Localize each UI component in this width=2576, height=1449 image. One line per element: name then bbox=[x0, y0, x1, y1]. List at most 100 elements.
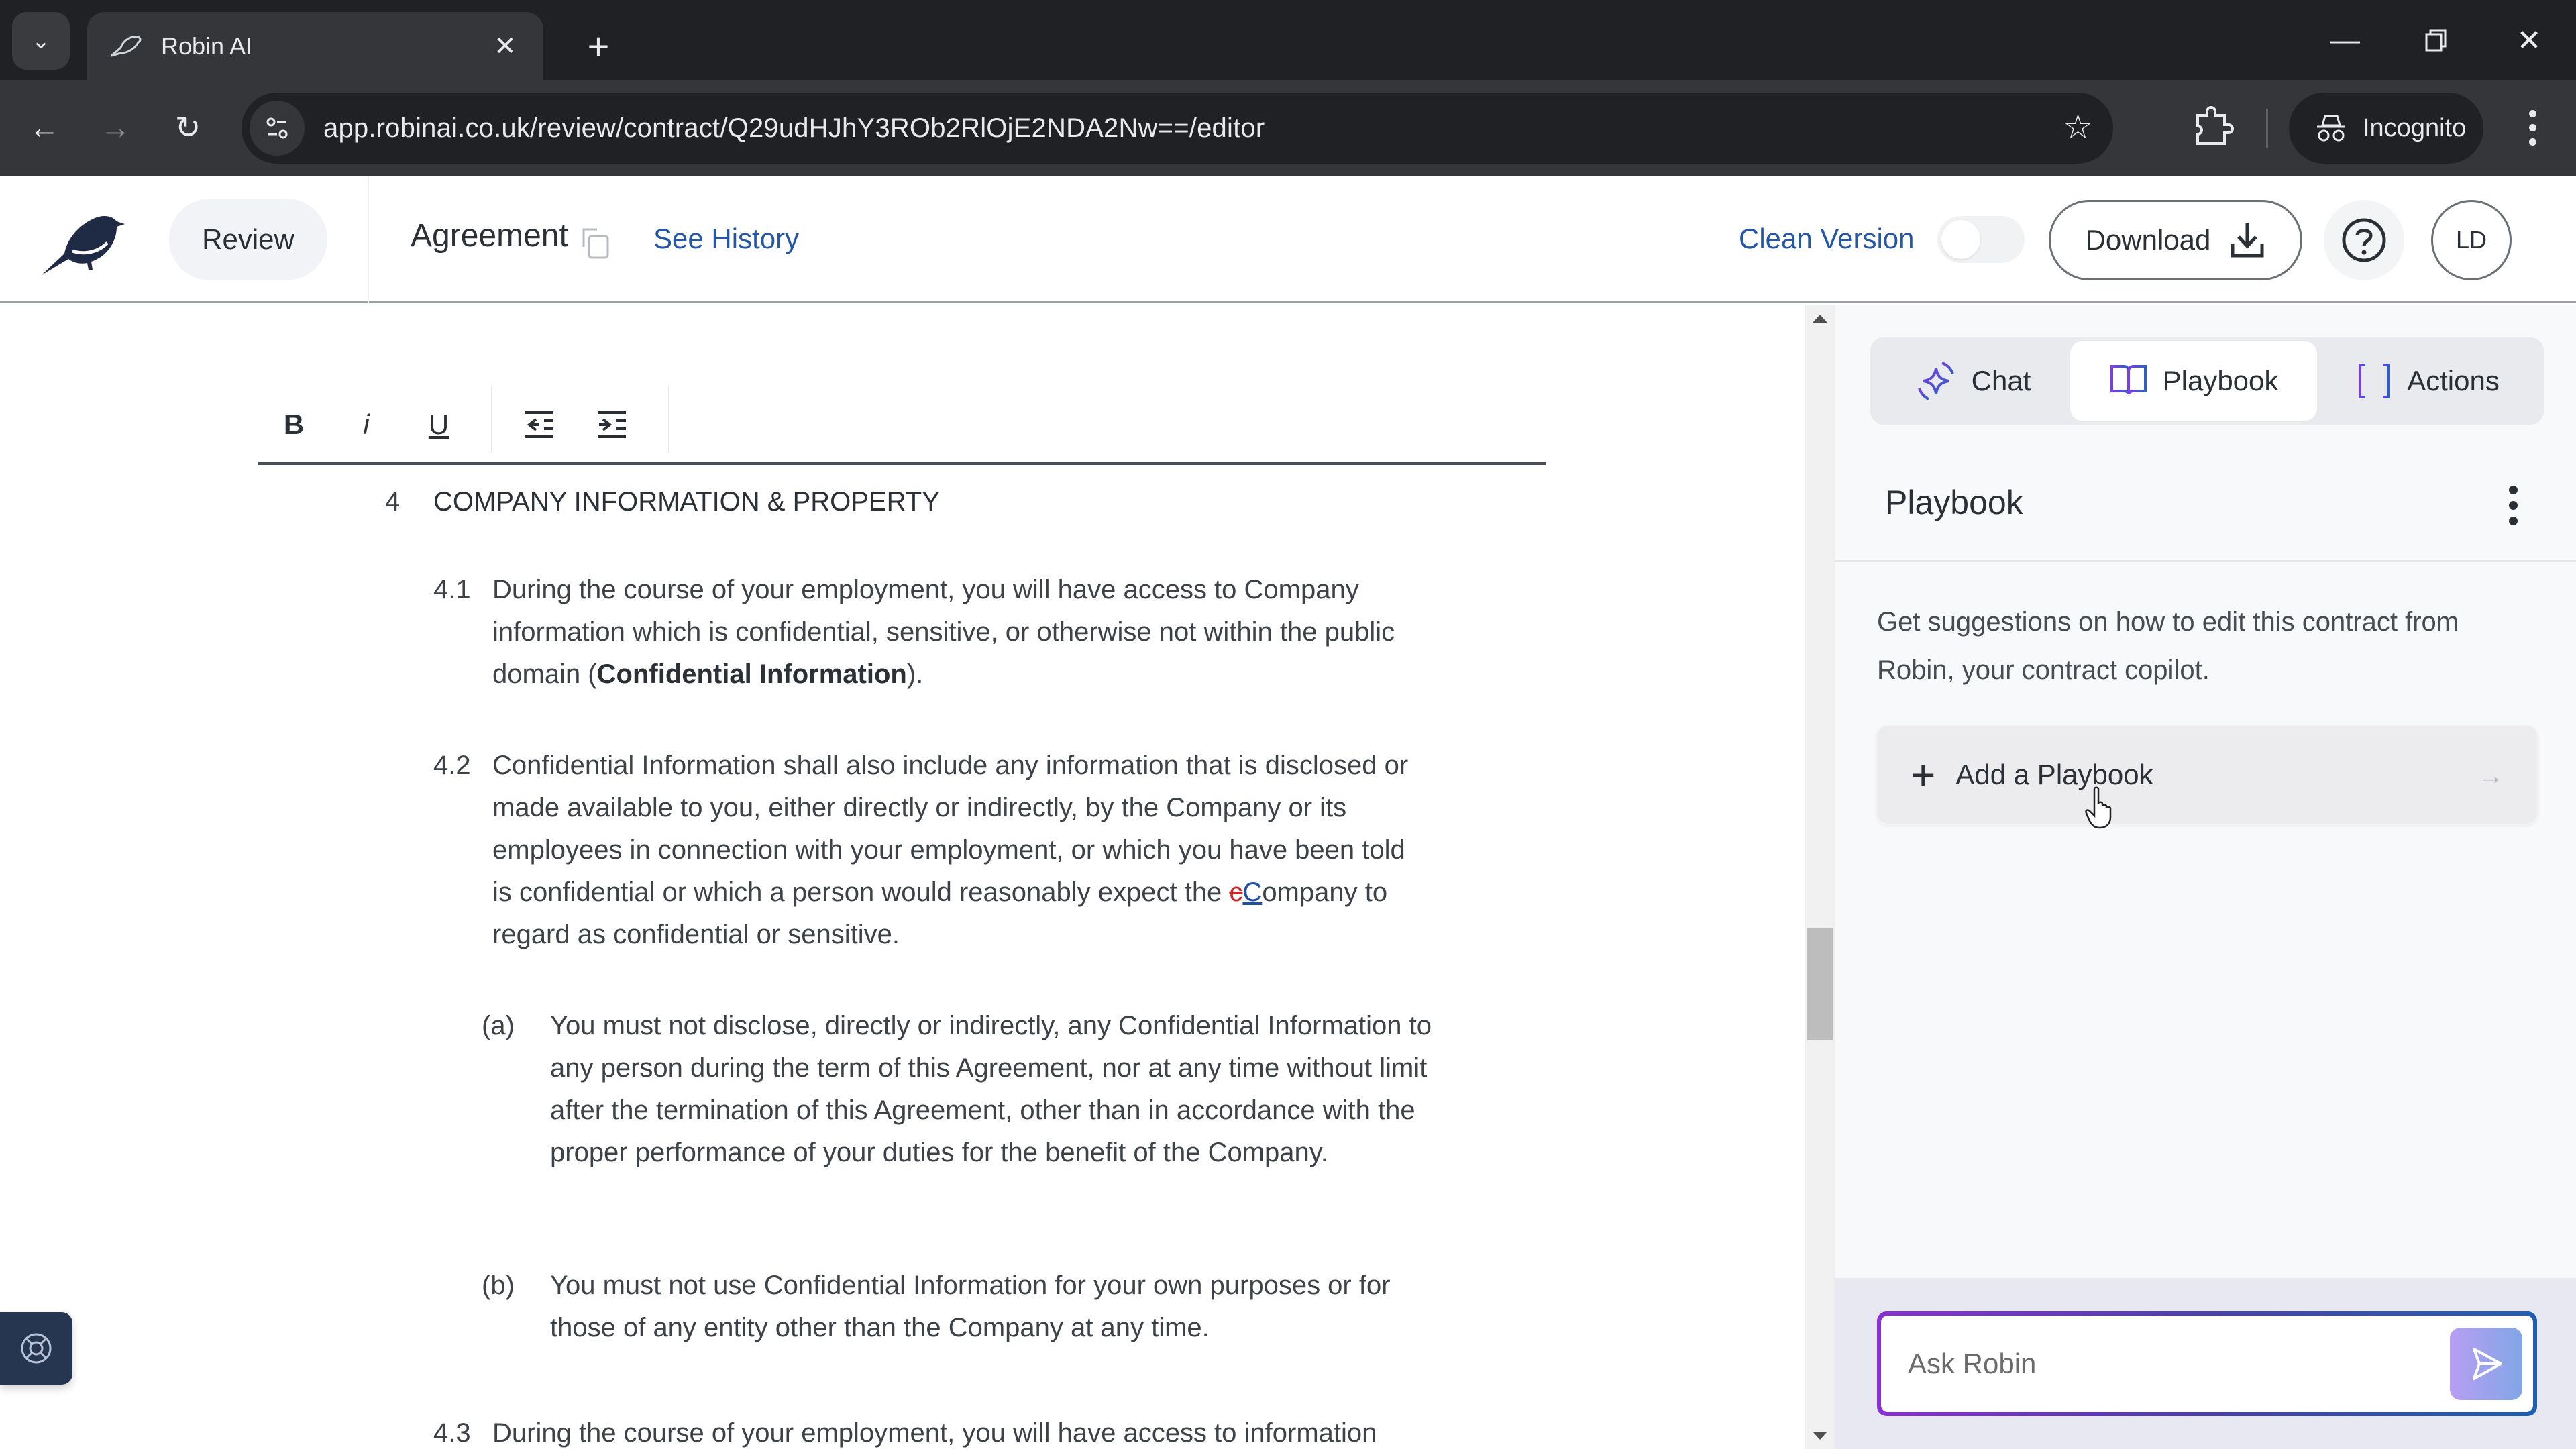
close-window-button[interactable]: ✕ bbox=[2489, 13, 2569, 67]
outdent-button[interactable] bbox=[513, 398, 566, 451]
tab-chat[interactable]: Chat bbox=[1876, 341, 2070, 421]
incognito-indicator[interactable]: Incognito bbox=[2289, 93, 2483, 164]
download-label: Download bbox=[2085, 224, 2211, 256]
minimize-button[interactable]: — bbox=[2305, 13, 2385, 67]
user-avatar[interactable]: LD bbox=[2431, 200, 2512, 280]
ask-robin-input[interactable] bbox=[1908, 1316, 2418, 1412]
sparkle-icon bbox=[1917, 362, 1954, 400]
indent-button[interactable] bbox=[585, 398, 639, 451]
toggle-knob bbox=[1941, 220, 1980, 259]
tab-chat-label: Chat bbox=[1971, 365, 2031, 396]
arrow-left-icon: ← bbox=[29, 110, 60, 145]
more-vertical-icon bbox=[2528, 109, 2536, 117]
plus-icon: + bbox=[1911, 751, 1936, 799]
tab-playbook[interactable]: Playbook bbox=[2070, 341, 2317, 421]
italic-button[interactable]: i bbox=[339, 398, 393, 451]
clause-text: You must not use Confidential Informatio… bbox=[550, 1271, 1391, 1342]
underline-button[interactable]: U bbox=[412, 398, 466, 451]
document-editor[interactable]: B i U 4 COMPANY INFORMATION & PROPERTY 4… bbox=[0, 305, 1805, 1449]
toolbar-divider bbox=[2266, 109, 2268, 148]
forward-button[interactable]: → bbox=[89, 101, 142, 154]
tab-title: Robin AI bbox=[161, 32, 253, 60]
app-header: Review Agreement See History Clean Versi… bbox=[0, 176, 2576, 303]
robin-logo-icon[interactable] bbox=[38, 212, 138, 276]
defined-term: Confidential Information bbox=[596, 659, 907, 689]
outdent-icon bbox=[525, 411, 553, 438]
add-playbook-button[interactable]: + Add a Playbook → bbox=[1876, 724, 2538, 825]
scroll-down-arrow-icon[interactable] bbox=[1813, 1432, 1827, 1440]
url-text[interactable]: app.robinai.co.uk/review/contract/Q29udH… bbox=[323, 113, 1265, 144]
send-button[interactable] bbox=[2450, 1328, 2522, 1400]
panel-tabs: Chat Playbook Actions bbox=[1870, 337, 2544, 425]
review-label: Review bbox=[202, 223, 294, 255]
ask-robin-box bbox=[1877, 1311, 2537, 1416]
support-button[interactable] bbox=[0, 1312, 72, 1385]
help-circle-icon bbox=[2342, 218, 2386, 262]
incognito-label: Incognito bbox=[2363, 113, 2467, 142]
review-nav-button[interactable]: Review bbox=[169, 199, 327, 280]
section-number: 4 bbox=[385, 487, 400, 517]
lifebuoy-icon bbox=[21, 1333, 52, 1364]
section-title: COMPANY INFORMATION & PROPERTY bbox=[433, 487, 940, 517]
book-open-icon bbox=[2110, 365, 2147, 395]
chevron-down-icon: ⌄ bbox=[31, 28, 51, 54]
brackets-icon bbox=[2359, 364, 2390, 398]
clause-text: During the course of your employment, yo… bbox=[492, 1418, 1377, 1448]
indent-icon bbox=[598, 411, 626, 438]
avatar-initials: LD bbox=[2455, 226, 2487, 254]
back-button[interactable]: ← bbox=[17, 101, 71, 154]
bold-icon: B bbox=[283, 409, 305, 440]
star-icon[interactable]: ☆ bbox=[2063, 107, 2093, 146]
clause-text: You must not disclose, directly or indir… bbox=[550, 1011, 1432, 1167]
section-heading: 4 COMPANY INFORMATION & PROPERTY bbox=[385, 481, 940, 523]
robin-favicon-icon bbox=[111, 36, 142, 57]
formatting-toolbar: B i U bbox=[258, 386, 1546, 465]
tab-list-button[interactable]: ⌄ bbox=[12, 12, 70, 70]
copy-icon[interactable] bbox=[581, 227, 612, 260]
see-history-link[interactable]: See History bbox=[653, 223, 799, 255]
tune-icon bbox=[266, 117, 288, 139]
download-icon bbox=[2231, 223, 2264, 258]
download-button[interactable]: Download bbox=[2049, 200, 2302, 280]
help-button[interactable] bbox=[2324, 200, 2404, 280]
editor-scrollbar[interactable] bbox=[1805, 305, 1834, 1449]
minimize-icon: — bbox=[2330, 23, 2360, 56]
restore-button[interactable] bbox=[2396, 13, 2477, 67]
browser-menu-button[interactable] bbox=[2509, 101, 2556, 154]
tracked-deletion[interactable]: c bbox=[1229, 877, 1242, 907]
toolbar-divider bbox=[491, 386, 492, 453]
clause-4-2-a: (a) You must not disclose, directly or i… bbox=[482, 1005, 1434, 1174]
puzzle-icon[interactable] bbox=[2188, 105, 2235, 152]
reload-button[interactable]: ↻ bbox=[161, 101, 215, 154]
clause-number: (a) bbox=[482, 1011, 515, 1040]
address-bar[interactable]: app.robinai.co.uk/review/contract/Q29udH… bbox=[241, 93, 2113, 164]
panel-title: Playbook bbox=[1885, 484, 2023, 521]
site-info-button[interactable] bbox=[250, 101, 305, 156]
scroll-up-arrow-icon[interactable] bbox=[1813, 315, 1827, 323]
header-divider bbox=[368, 176, 369, 303]
clause-4-2: 4.2 Confidential Information shall also … bbox=[433, 745, 1419, 956]
tab-playbook-label: Playbook bbox=[2162, 365, 2279, 396]
browser-tab[interactable]: Robin AI ✕ bbox=[87, 12, 543, 80]
new-tab-button[interactable]: + bbox=[572, 19, 625, 72]
underline-icon: U bbox=[428, 409, 449, 440]
tab-actions-label: Actions bbox=[2407, 365, 2500, 396]
close-icon[interactable]: ✕ bbox=[488, 31, 522, 62]
panel-divider bbox=[1835, 560, 2576, 562]
clause-4-2-b: (b) You must not use Confidential Inform… bbox=[482, 1265, 1434, 1349]
arrow-right-icon: → bbox=[100, 110, 131, 145]
add-playbook-label: Add a Playbook bbox=[1955, 759, 2153, 790]
document-title: Agreement bbox=[411, 218, 568, 254]
tracked-insertion[interactable]: C bbox=[1242, 877, 1262, 907]
bold-button[interactable]: B bbox=[267, 398, 321, 451]
tab-actions[interactable]: Actions bbox=[2317, 341, 2538, 421]
clause-number: 4.1 bbox=[433, 575, 471, 604]
clean-version-toggle[interactable] bbox=[1937, 216, 2025, 263]
clause-text: Confidential Information shall also incl… bbox=[492, 751, 1409, 949]
panel-menu-button[interactable] bbox=[2500, 478, 2526, 532]
assistant-panel: Chat Playbook Actions Playbook Get sugge… bbox=[1834, 305, 2576, 1449]
clean-version-label: Clean Version bbox=[1739, 223, 1915, 254]
clause-number: 4.2 bbox=[433, 751, 471, 780]
scrollbar-thumb[interactable] bbox=[1807, 928, 1833, 1040]
clause-number: (b) bbox=[482, 1271, 515, 1300]
